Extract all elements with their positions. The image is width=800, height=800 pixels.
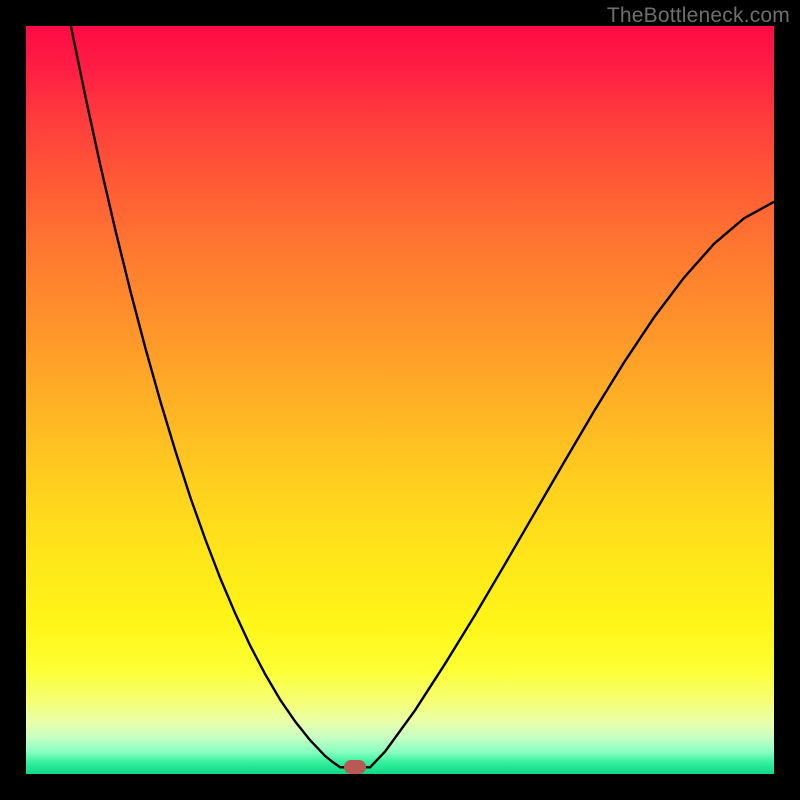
minimum-marker: [344, 760, 366, 774]
chart-frame: TheBottleneck.com: [0, 0, 800, 800]
curve-path: [71, 26, 774, 767]
plot-area: [26, 26, 774, 774]
bottleneck-curve: [26, 26, 774, 774]
watermark-text: TheBottleneck.com: [607, 4, 790, 28]
